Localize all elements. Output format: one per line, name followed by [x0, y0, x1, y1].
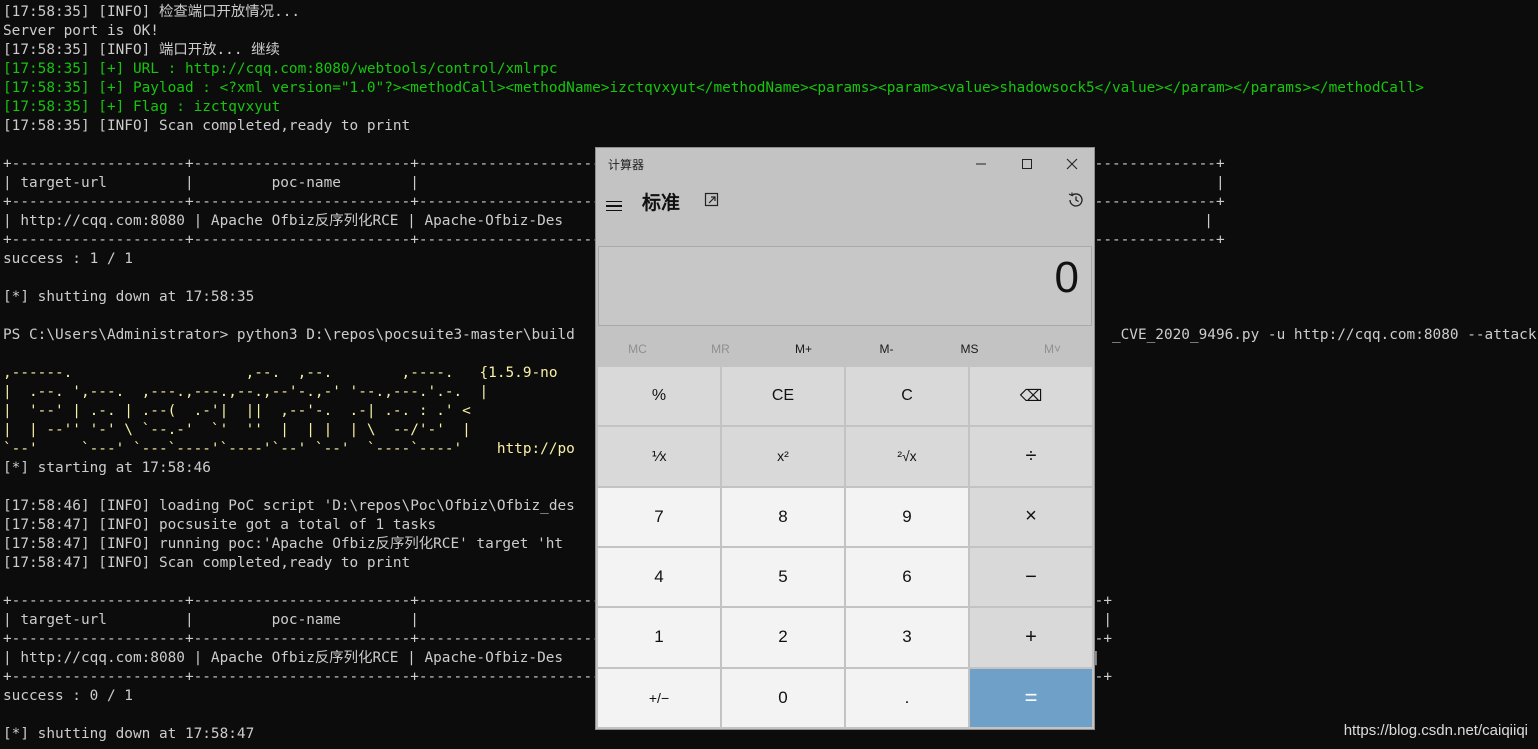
- terminal-line: [*] starting at 17:58:46: [3, 460, 211, 476]
- terminal-line: [17:58:35] [+] Payload : <?xml version="…: [3, 80, 1424, 96]
- minimize-button[interactable]: [958, 148, 1004, 180]
- memory-button-mc[interactable]: MC: [596, 331, 679, 367]
- hamburger-menu-icon[interactable]: [606, 196, 626, 216]
- terminal-line: [17:58:35] [INFO] 检查端口开放情况...: [3, 4, 301, 20]
- negate-key[interactable]: +/−: [598, 668, 720, 727]
- backspace-key[interactable]: ⌫: [970, 367, 1092, 426]
- terminal-line: [17:58:35] [INFO] 端口开放... 继续: [3, 42, 280, 58]
- digit-9-key[interactable]: 9: [846, 487, 968, 546]
- terminal-line: [17:58:46] [INFO] loading PoC script 'D:…: [3, 498, 575, 514]
- percent-key[interactable]: %: [598, 367, 720, 426]
- decimal-key[interactable]: .: [846, 668, 968, 727]
- terminal-line: Server port is OK!: [3, 23, 159, 39]
- history-icon[interactable]: [1066, 190, 1086, 210]
- maximize-icon: [1022, 159, 1032, 169]
- terminal-line: [17:58:47] [INFO] Scan completed,ready t…: [3, 555, 411, 571]
- terminal-line: [17:58:35] [INFO] Scan completed,ready t…: [3, 118, 411, 134]
- memory-row: MC MR M+ M- MS M˅: [596, 331, 1094, 367]
- close-button[interactable]: [1049, 148, 1094, 180]
- terminal-line: [17:58:47] [INFO] running poc:'Apache Of…: [3, 536, 564, 552]
- terminal-line: ,------. ,--. ,--. ,----. {1.5.9-no: [3, 365, 558, 381]
- window-title: 计算器: [608, 158, 645, 172]
- minimize-icon: [976, 163, 986, 165]
- digit-3-key[interactable]: 3: [846, 608, 968, 667]
- calculator-titlebar[interactable]: 计算器: [596, 148, 1094, 180]
- terminal-line: `--' `---' `---`----'`----'`--' `--' `--…: [3, 441, 575, 457]
- divide-key[interactable]: ÷: [970, 427, 1092, 486]
- close-icon: [1066, 158, 1078, 170]
- terminal-line: [17:58:35] [+] Flag : izctqvxyut: [3, 99, 281, 115]
- digit-1-key[interactable]: 1: [598, 608, 720, 667]
- keypad: % CE C ⌫ ⅟x x² ²√x ÷ 7 8 9 × 4 5 6− 1 2 3 + +/− 0. =: [598, 367, 1092, 727]
- watermark: https://blog.csdn.net/caiqiiqi: [1343, 722, 1528, 739]
- calculator-window[interactable]: 计算器 标准 0 MC MR M+ M- MS M˅ % CE C ⌫ ⅟x x² ²√x ÷ 7 8 9 × 4…: [595, 147, 1095, 730]
- terminal-line: success : 0 / 1: [3, 688, 133, 704]
- square-key[interactable]: x²: [722, 427, 844, 486]
- memory-button-mr[interactable]: MR: [679, 331, 762, 367]
- digit-0-key[interactable]: 0: [722, 668, 844, 727]
- terminal-line: | | --'' '-' \ `--.-' `' '' | | | | \ --…: [3, 422, 471, 438]
- add-key[interactable]: +: [970, 608, 1092, 667]
- digit-7-key[interactable]: 7: [598, 487, 720, 546]
- terminal-line: | '--' | .-. | .--( .-'| || ,--'-. .-| .…: [3, 403, 471, 419]
- clear-entry-key[interactable]: CE: [722, 367, 844, 426]
- digit-5-key[interactable]: 5: [722, 547, 844, 607]
- terminal-line: [17:58:35] [+] URL : http://cqq.com:8080…: [3, 61, 558, 77]
- digit-6-key[interactable]: 6: [846, 547, 968, 607]
- memory-button-mminus[interactable]: M-: [845, 331, 928, 367]
- keep-on-top-icon[interactable]: [703, 191, 721, 209]
- memory-button-m[interactable]: M˅: [1011, 331, 1094, 367]
- display-value: 0: [1054, 253, 1079, 302]
- memory-button-mplus[interactable]: M+: [762, 331, 845, 367]
- digit-8-key[interactable]: 8: [722, 487, 844, 546]
- terminal-line: [*] shutting down at 17:58:47: [3, 726, 255, 742]
- terminal-line: | .--. ',---. ,---.,---.,--.,--'-.,-' '-…: [3, 384, 489, 400]
- terminal-line: [17:58:47] [INFO] pocsusite got a total …: [3, 517, 437, 533]
- memory-button-ms[interactable]: MS: [928, 331, 1011, 367]
- terminal-line: [*] shutting down at 17:58:35: [3, 289, 255, 305]
- calculator-header: 标准: [596, 180, 1094, 242]
- equals-key[interactable]: =: [970, 668, 1092, 727]
- terminal-line: success : 1 / 1: [3, 251, 133, 267]
- digit-4-key[interactable]: 4: [598, 547, 720, 607]
- mode-label: 标准: [642, 193, 681, 214]
- clear-key[interactable]: C: [846, 367, 968, 426]
- sqrt-key[interactable]: ²√x: [846, 427, 968, 486]
- reciprocal-key[interactable]: ⅟x: [598, 427, 720, 486]
- digit-2-key[interactable]: 2: [722, 608, 844, 667]
- maximize-button[interactable]: [1004, 148, 1050, 180]
- calculator-display: 0: [598, 246, 1092, 326]
- multiply-key[interactable]: ×: [970, 487, 1092, 546]
- subtract-key[interactable]: −: [970, 547, 1092, 607]
